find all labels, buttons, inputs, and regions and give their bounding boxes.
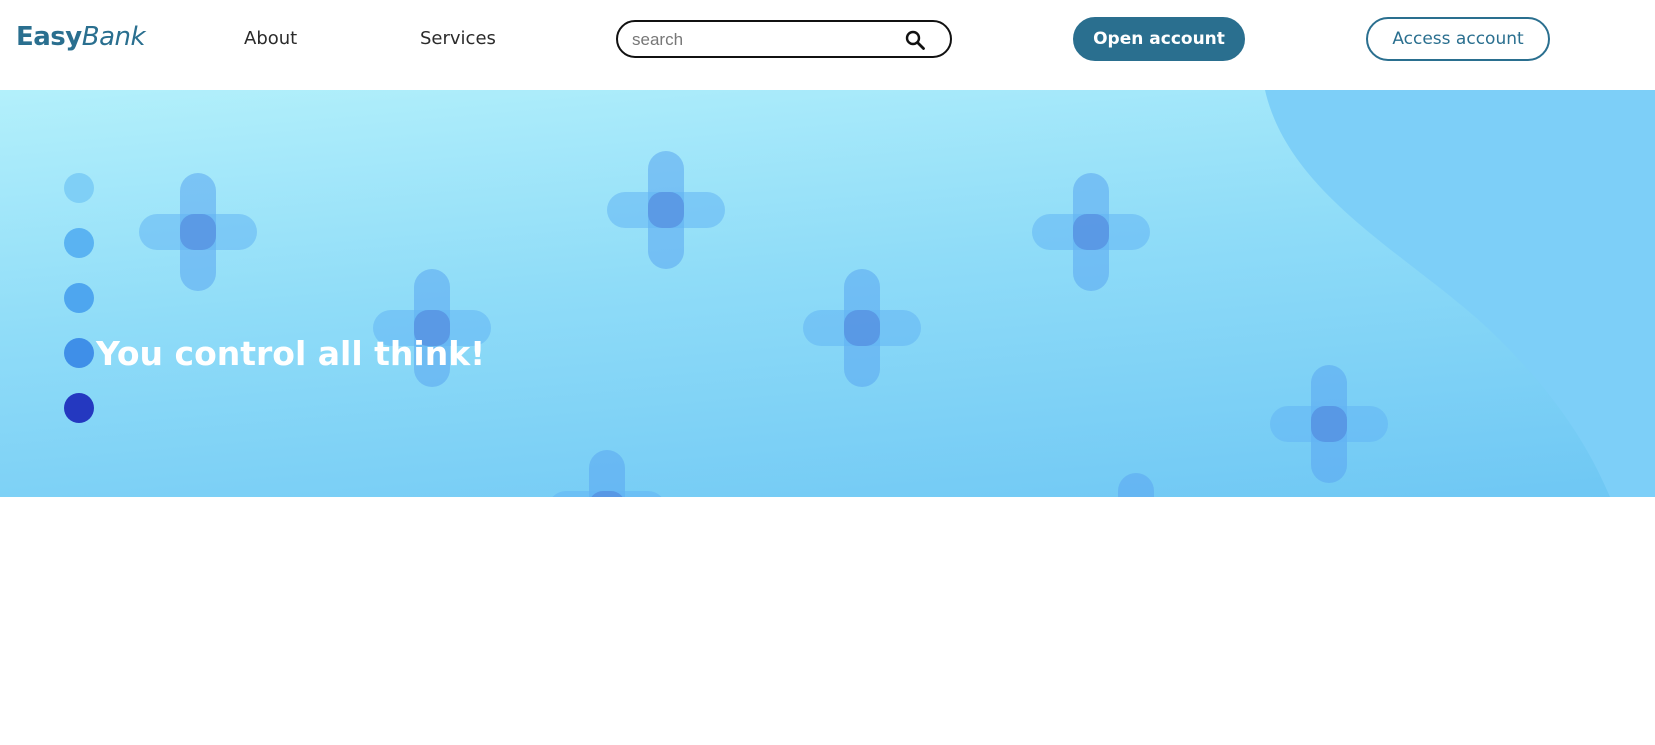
slider-dot-5[interactable] — [64, 393, 94, 423]
plus-shapes — [139, 151, 1388, 497]
search-input[interactable] — [632, 28, 902, 52]
plus-shape — [803, 269, 921, 387]
search-icon[interactable] — [904, 29, 926, 51]
logo-bank: Bank — [81, 22, 146, 52]
plus-shape — [1118, 473, 1154, 497]
hero-background — [139, 90, 1655, 497]
logo[interactable]: EasyBank — [16, 22, 146, 52]
hero-title: You control all think! — [96, 334, 486, 373]
nav-services-link[interactable]: Services — [420, 28, 496, 49]
logo-easy: Easy — [16, 22, 82, 52]
open-account-button[interactable]: Open account — [1073, 17, 1245, 61]
site-header: EasyBank About Services Open account Acc… — [0, 0, 1655, 90]
slider-dot-1[interactable] — [64, 173, 94, 203]
slider-dot-3[interactable] — [64, 283, 94, 313]
plus-shape — [139, 173, 257, 291]
hero-banner: You control all think! — [0, 90, 1655, 497]
nav-about-link[interactable]: About — [244, 28, 297, 49]
access-account-button[interactable]: Access account — [1366, 17, 1550, 61]
plus-shape — [1270, 365, 1388, 483]
search-box — [616, 20, 952, 58]
slider-dot-2[interactable] — [64, 228, 94, 258]
plus-shape — [607, 151, 725, 269]
slider-dot-4[interactable] — [64, 338, 94, 368]
plus-shape — [1032, 173, 1150, 291]
plus-shape — [552, 450, 662, 497]
